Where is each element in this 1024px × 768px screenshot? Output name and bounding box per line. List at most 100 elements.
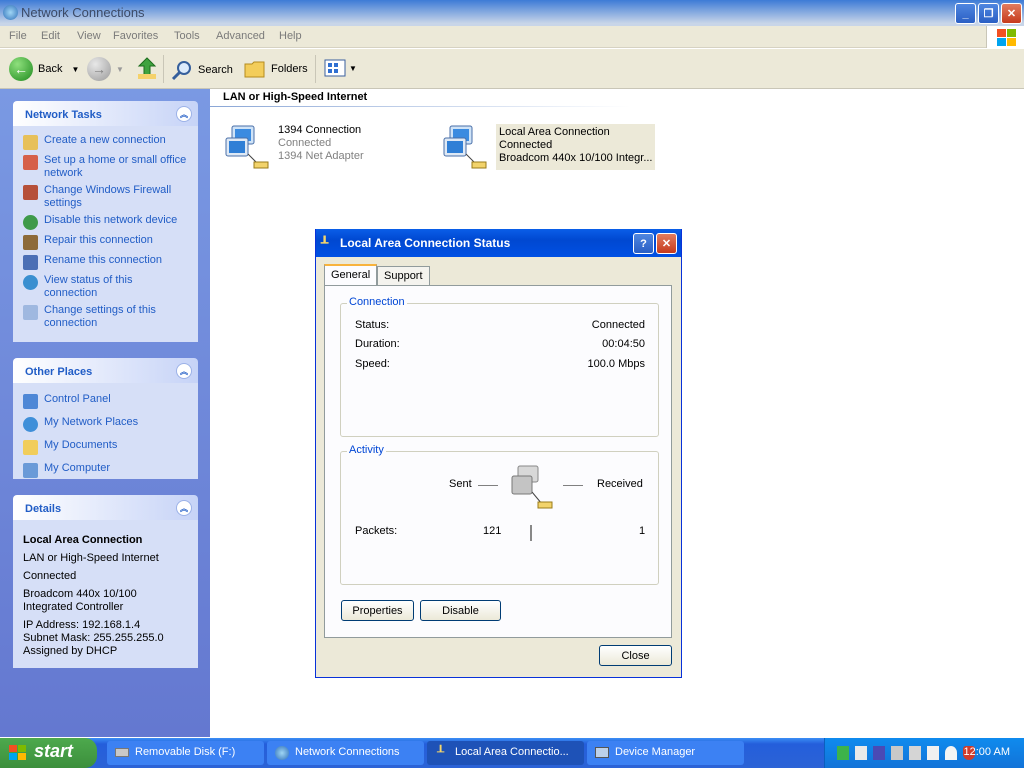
other-places-header[interactable]: Other Places ︽ (13, 358, 198, 383)
device-manager-icon (595, 747, 609, 758)
network-places-icon (23, 417, 38, 432)
disable-button[interactable]: Disable (420, 600, 501, 621)
title-bar[interactable]: Network Connections _ ❐ ✕ (0, 0, 1024, 26)
volume-icon[interactable] (927, 746, 939, 760)
place-my-documents[interactable]: My Documents (23, 439, 188, 455)
back-arrow-icon: ← (9, 57, 33, 81)
speed-label: Speed: (355, 358, 390, 370)
details-header[interactable]: Details ︽ (13, 495, 198, 520)
task-create-connection[interactable]: Create a new connection (23, 134, 188, 150)
network-plug-icon: ┸ (437, 745, 445, 759)
tray-tool-icon[interactable] (855, 746, 867, 760)
connection-item-lan[interactable]: Local Area Connection Connected Broadcom… (442, 124, 655, 170)
taskbar-device-manager[interactable]: Device Manager (587, 741, 744, 765)
collapse-icon[interactable]: ︽ (176, 106, 192, 122)
toolbar-separator (163, 55, 164, 83)
packets-label: Packets: (355, 525, 398, 537)
folders-button[interactable]: Folders (244, 59, 308, 79)
chevron-down-icon: ▼ (349, 63, 357, 73)
task-setup-home-network[interactable]: Set up a home or small office network (23, 154, 188, 180)
activity-group: Activity Sent Received Packets: 121 1 (340, 444, 659, 585)
task-disable-device[interactable]: Disable this network device (23, 214, 188, 230)
menu-advanced[interactable]: Advanced (216, 30, 265, 42)
dialog-close-x-button[interactable]: ✕ (656, 233, 677, 254)
window-title: Network Connections (21, 5, 145, 20)
close-button[interactable]: ✕ (1001, 3, 1022, 24)
search-label: Search (198, 64, 233, 76)
details-dhcp: Assigned by DHCP (23, 645, 118, 657)
tray-app-icon[interactable] (837, 746, 849, 760)
up-folder-button[interactable] (136, 56, 158, 80)
other-places-body: Control Panel My Network Places My Docum… (13, 383, 198, 479)
place-my-computer[interactable]: My Computer (23, 462, 188, 478)
network-connection-icon (225, 125, 269, 169)
start-button[interactable]: start (0, 738, 97, 768)
connection-status: Connected (499, 139, 553, 151)
tab-general[interactable]: General (324, 264, 378, 286)
disable-network-icon (23, 215, 38, 230)
dialog-title: Local Area Connection Status (340, 236, 511, 250)
collapse-icon[interactable]: ︽ (176, 363, 192, 379)
menu-favorites[interactable]: Favorites (113, 30, 158, 42)
chevron-down-icon: ▼ (71, 64, 80, 74)
views-button[interactable]: ▼ (324, 58, 357, 78)
task-change-settings[interactable]: Change settings of this connection (23, 304, 188, 330)
group-header: LAN or High-Speed Internet (223, 91, 368, 103)
place-control-panel[interactable]: Control Panel (23, 393, 188, 409)
task-rename-connection[interactable]: Rename this connection (23, 254, 188, 270)
activity-group-label: Activity (347, 444, 386, 456)
task-view-status[interactable]: View status of this connection (23, 274, 188, 300)
connection-item-1394[interactable]: 1394 Connection Connected 1394 Net Adapt… (224, 124, 364, 170)
settings-icon (23, 305, 38, 320)
details-ip: IP Address: 192.168.1.4 (23, 619, 141, 631)
received-label: Received (597, 478, 643, 490)
wrench-icon (23, 235, 38, 250)
details-title: Details (25, 503, 62, 515)
help-button[interactable]: ? (633, 233, 654, 254)
menu-bar: File Edit View Favorites Tools Advanced … (0, 26, 1024, 48)
restore-button[interactable]: ❐ (978, 3, 999, 24)
received-line (563, 485, 583, 486)
network-connections-icon (3, 5, 18, 20)
wireless-icon[interactable] (945, 746, 957, 760)
taskbar-removable-disk[interactable]: Removable Disk (F:) (107, 741, 264, 765)
firewall-icon (23, 185, 38, 200)
connection-group-label: Connection (347, 296, 407, 308)
tray-usb-icon[interactable] (873, 746, 885, 760)
tray-display-icon[interactable] (909, 746, 921, 760)
computer-icon (23, 463, 38, 478)
forward-button[interactable]: → ▼ (87, 57, 124, 81)
connection-device: Broadcom 440x 10/100 Integr... (499, 152, 652, 164)
taskbar-local-area-connection[interactable]: ┸ Local Area Connectio... (427, 741, 584, 765)
task-repair-connection[interactable]: Repair this connection (23, 234, 188, 250)
taskbar-network-connections[interactable]: Network Connections (267, 741, 424, 765)
sent-label: Sent (449, 478, 472, 490)
tray-network-icon[interactable] (891, 746, 903, 760)
duration-value: 00:04:50 (602, 338, 645, 350)
search-icon (171, 61, 191, 81)
tab-support[interactable]: Support (377, 266, 430, 285)
speed-value: 100.0 Mbps (587, 358, 645, 370)
clock[interactable]: 12:00 AM (964, 746, 1010, 758)
close-dialog-button[interactable]: Close (599, 645, 672, 666)
packets-divider (530, 525, 532, 541)
duration-row: Duration: 00:04:50 (355, 338, 645, 350)
collapse-icon[interactable]: ︽ (176, 500, 192, 516)
properties-button[interactable]: Properties (341, 600, 414, 621)
menu-file[interactable]: File (9, 30, 27, 42)
network-plug-icon: ┸ (321, 236, 329, 250)
minimize-button[interactable]: _ (955, 3, 976, 24)
menu-help[interactable]: Help (279, 30, 302, 42)
network-tasks-header[interactable]: Network Tasks ︽ (13, 101, 198, 126)
task-change-firewall[interactable]: Change Windows Firewall settings (23, 184, 188, 210)
new-connection-icon (23, 135, 38, 150)
menu-tools[interactable]: Tools (174, 30, 200, 42)
folder-icon (244, 61, 265, 78)
search-button[interactable]: Search (171, 59, 233, 81)
dialog-title-bar[interactable]: ┸ Local Area Connection Status ? ✕ (316, 229, 681, 257)
back-button[interactable]: ← Back ▼ (9, 57, 79, 81)
place-my-network-places[interactable]: My Network Places (23, 416, 188, 432)
toolbar-separator (315, 55, 316, 83)
menu-view[interactable]: View (77, 30, 101, 42)
menu-edit[interactable]: Edit (41, 30, 60, 42)
